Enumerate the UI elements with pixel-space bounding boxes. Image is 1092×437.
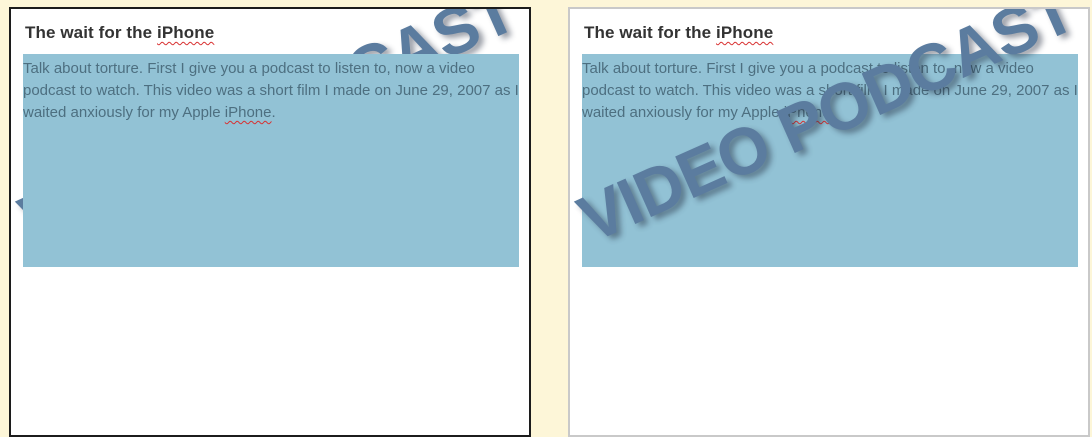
title-text: The wait for the: [25, 23, 158, 42]
post-title: The wait for the iPhone: [25, 23, 214, 43]
misspelled-word[interactable]: iPhone: [716, 23, 773, 42]
editor-panel-right[interactable]: The wait for the iPhone Talk about tortu…: [568, 7, 1090, 437]
post-body-text[interactable]: Talk about torture. First I give you a p…: [23, 58, 523, 124]
misspelled-word[interactable]: iPhone: [225, 104, 272, 121]
misspelled-word[interactable]: iPhone: [157, 23, 214, 42]
editor-panel-left[interactable]: The wait for the iPhone Talk about tortu…: [9, 7, 531, 437]
post-title: The wait for the iPhone: [584, 23, 773, 43]
body-text-end: .: [271, 104, 276, 121]
title-text: The wait for the: [584, 23, 717, 42]
